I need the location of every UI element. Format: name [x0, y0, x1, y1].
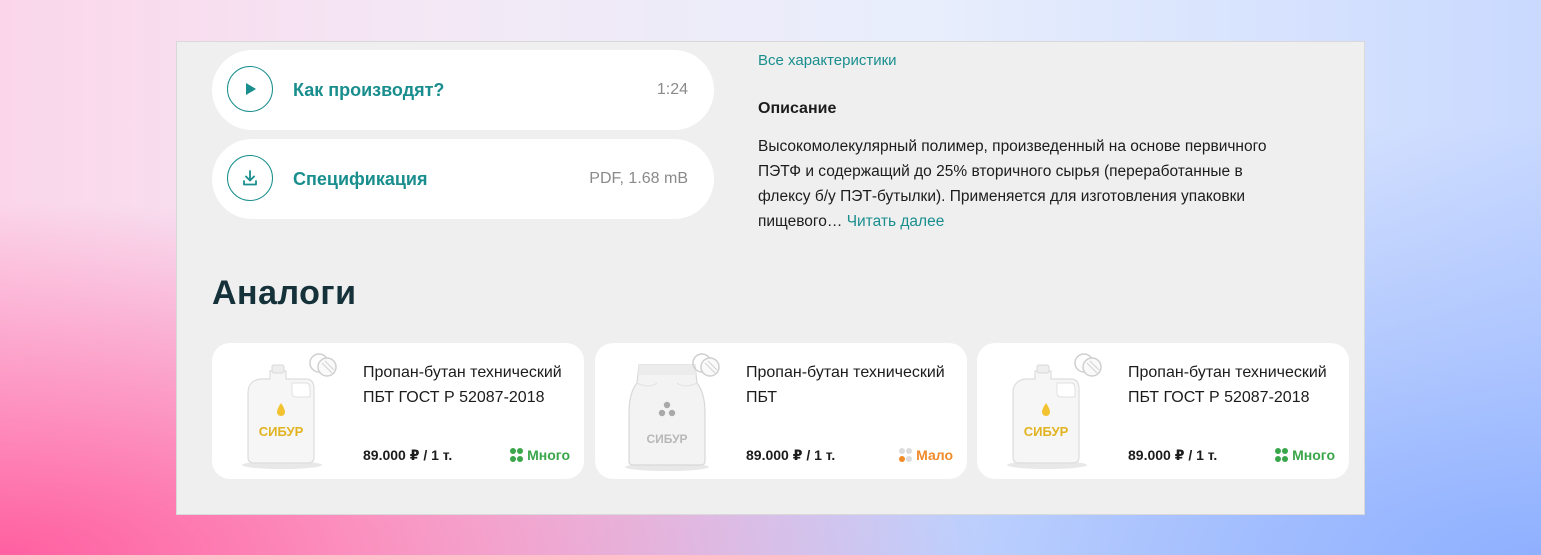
download-button-circle[interactable]: [227, 155, 273, 201]
product-name[interactable]: Пропан-бутан технический ПБТ: [746, 360, 951, 410]
specification-download-button[interactable]: Спецификация PDF, 1.68 mB: [212, 139, 714, 219]
stock-label: Много: [527, 447, 570, 463]
product-price: 89.000 ₽ / 1 т.: [363, 447, 453, 463]
product-card[interactable]: СИБУР Пропан-бутан технический ПБТ ГОСТ …: [977, 343, 1349, 479]
stock-level-icon: [509, 448, 524, 462]
compare-icon[interactable]: [691, 351, 721, 379]
stock-badge: Много: [1274, 447, 1335, 463]
video-title: Как производят?: [293, 80, 445, 100]
stock-badge: Мало: [898, 447, 953, 463]
compare-icon[interactable]: [1073, 351, 1103, 379]
stock-label: Много: [1292, 447, 1335, 463]
compare-icon[interactable]: [308, 351, 338, 379]
product-name[interactable]: Пропан-бутан технический ПБТ ГОСТ Р 5208…: [1128, 360, 1333, 410]
description-text: Высокомолекулярный полимер, произведенны…: [758, 134, 1268, 234]
play-icon: [246, 83, 256, 95]
play-button-circle[interactable]: [227, 66, 273, 112]
product-details-panel: Как производят? 1:24 Спецификация PDF, 1…: [176, 41, 1365, 515]
video-duration: 1:24: [656, 81, 688, 98]
product-card[interactable]: СИБУР Пропан-бутан технический ПБТ 89.00…: [595, 343, 967, 479]
video-how-made-button[interactable]: Как производят? 1:24: [212, 50, 714, 130]
product-price: 89.000 ₽ / 1 т.: [746, 447, 836, 463]
product-name[interactable]: Пропан-бутан технический ПБТ ГОСТ Р 5208…: [363, 360, 568, 410]
brand-logo: СИБУР: [646, 432, 687, 446]
stock-badge: Много: [509, 447, 570, 463]
stock-level-icon: [1274, 448, 1289, 462]
all-characteristics-link[interactable]: Все характеристики: [758, 52, 897, 69]
brand-logo: СИБУР: [259, 424, 304, 439]
description-heading: Описание: [758, 100, 837, 117]
product-card[interactable]: СИБУР Пропан-бутан технический ПБТ ГОСТ …: [212, 343, 584, 479]
description-body: Высокомолекулярный полимер, произведенны…: [758, 138, 1267, 230]
stock-label: Мало: [916, 447, 953, 463]
product-price: 89.000 ₽ / 1 т.: [1128, 447, 1218, 463]
specification-file-info: PDF, 1.68 mB: [589, 170, 688, 187]
brand-logo: СИБУР: [1024, 424, 1069, 439]
stock-level-icon: [898, 448, 913, 462]
download-icon: [243, 170, 257, 186]
specification-title: Спецификация: [293, 169, 428, 189]
read-more-link[interactable]: Читать далее: [847, 213, 945, 230]
analogs-heading: Аналоги: [212, 274, 357, 312]
